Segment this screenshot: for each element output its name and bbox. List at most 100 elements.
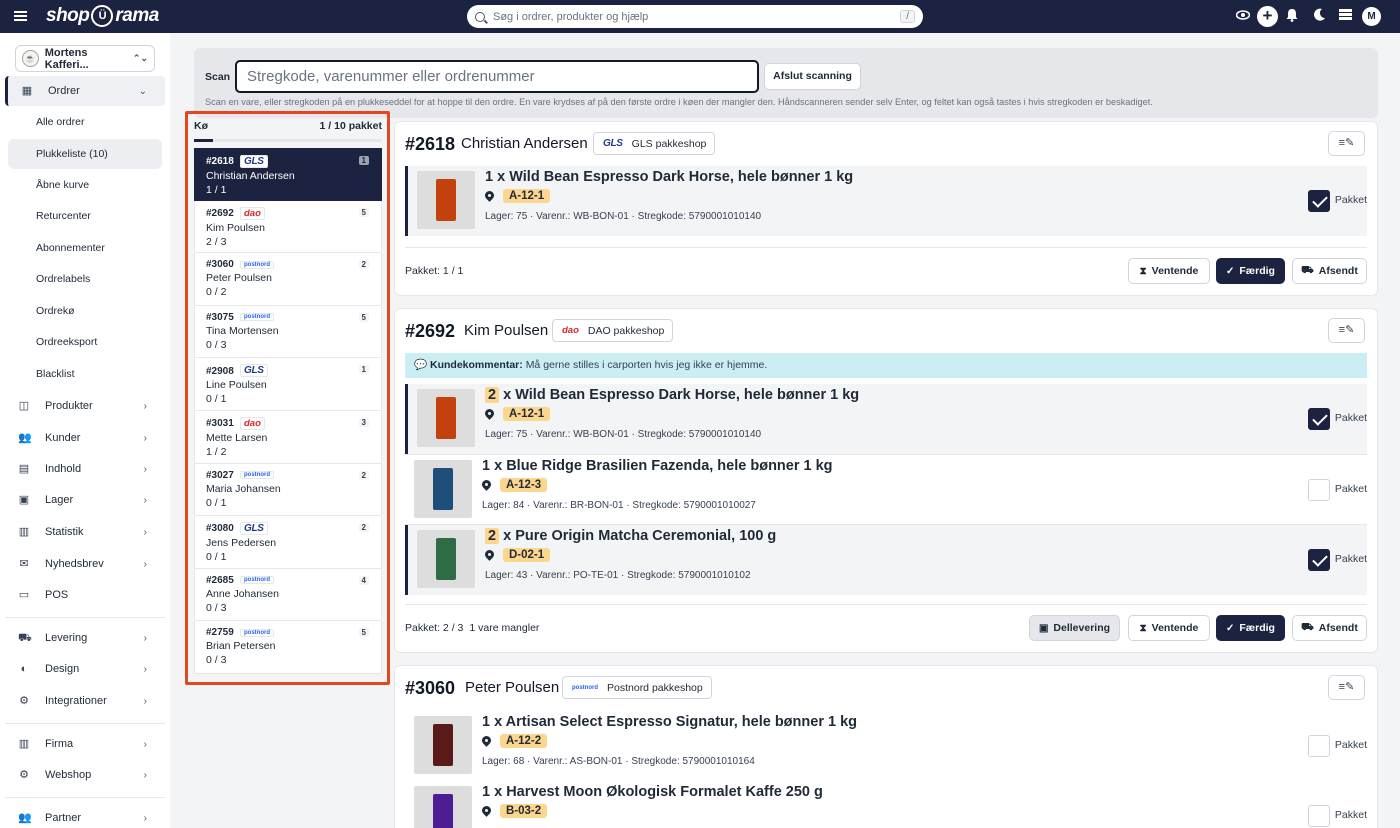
packed-checkbox[interactable] xyxy=(1308,735,1330,757)
gear-icon: ⚙ xyxy=(19,769,29,781)
order-line-item: 1 x Harvest Moon Økologisk Formalet Kaff… xyxy=(405,781,1367,828)
sidebar-item-pos[interactable]: ▭ POS xyxy=(5,580,165,610)
sidebar-subitem-return-center[interactable]: Returcenter xyxy=(8,201,162,231)
sidebar-subitem-open-carts[interactable]: Åbne kurve xyxy=(8,170,162,200)
sidebar-item-webshop[interactable]: ⚙ Webshop › xyxy=(5,760,165,790)
bell-icon[interactable] xyxy=(1284,8,1300,24)
menu-icon[interactable] xyxy=(14,11,27,21)
product-title: 1 x Blue Ridge Brasilien Fazenda, hele b… xyxy=(482,458,833,474)
truck-icon: ⛟ xyxy=(1301,264,1314,276)
sidebar-subitem-all-orders[interactable]: Alle ordrer xyxy=(8,107,162,137)
bin-location: A-12-1 xyxy=(485,407,551,421)
customer-name: Kim Poulsen xyxy=(464,322,549,339)
order-number[interactable]: #3060 xyxy=(405,678,455,699)
sidebar-item-label: Statistik xyxy=(45,526,84,538)
packed-checkbox[interactable] xyxy=(1308,549,1330,571)
order-number[interactable]: #2692 xyxy=(405,321,455,342)
order-number[interactable]: #2618 xyxy=(405,134,455,155)
order-line-item: 1 x Wild Bean Espresso Dark Horse, hele … xyxy=(405,166,1367,236)
sidebar-item-products[interactable]: ◫ Produkter › xyxy=(5,391,165,421)
truck-icon: ⛟ xyxy=(1301,621,1314,633)
shipped-button[interactable]: ⛟ Afsendt xyxy=(1292,258,1367,284)
bar-chart-icon: ▥ xyxy=(18,526,30,538)
queue-item[interactable]: #2618 GLS 1 Christian Andersen 1 / 1 xyxy=(194,148,382,201)
sidebar-subitem-order-export[interactable]: Ordreeksport xyxy=(8,327,162,357)
item-count-badge: 5 xyxy=(358,312,369,322)
carrier-logo: GLS xyxy=(600,138,626,149)
user-avatar[interactable]: M xyxy=(1362,7,1381,26)
bin-location: A-12-2 xyxy=(482,734,548,748)
done-button[interactable]: ✓ Færdig xyxy=(1216,258,1285,284)
sidebar-item-statistics[interactable]: ▥ Statistik › xyxy=(5,517,165,547)
moon-icon[interactable] xyxy=(1311,8,1327,24)
order-notes-button[interactable]: ≡✎ xyxy=(1328,675,1365,700)
pending-button[interactable]: ⧗ Ventende xyxy=(1128,615,1210,641)
chevron-down-icon: ⌄ xyxy=(138,85,147,97)
bin-location: A-12-3 xyxy=(482,478,548,492)
subitem-label: Abonnementer xyxy=(36,242,105,254)
sidebar-item-delivery[interactable]: ⛟ Levering › xyxy=(5,623,165,653)
sidebar-subitem-blacklist[interactable]: Blacklist xyxy=(8,359,162,389)
puzzle-icon: ⚙ xyxy=(19,695,29,707)
shipping-label: DAO pakkeshop xyxy=(587,324,665,337)
sidebar-subitem-order-labels[interactable]: Ordrelabels xyxy=(8,264,162,294)
chevron-right-icon: › xyxy=(143,812,147,824)
packed-checkbox[interactable] xyxy=(1308,408,1330,430)
scan-input[interactable]: Stregkode, varenummer eller ordrenummer xyxy=(235,60,759,93)
brand-logo[interactable]: shop Ü rama xyxy=(46,5,159,27)
finish-scanning-button[interactable]: Afslut scanning xyxy=(764,63,861,90)
packed-checkbox[interactable] xyxy=(1308,805,1330,827)
queue-item[interactable]: #3080 GLS 2 Jens Pedersen 0 / 1 xyxy=(194,516,382,569)
create-button[interactable]: + xyxy=(1257,6,1278,27)
item-count-badge: 3 xyxy=(358,417,369,427)
location-pin-icon xyxy=(485,550,494,561)
search-placeholder: Søg i ordrer, produkter og hjælp xyxy=(493,10,649,23)
sidebar-item-integrations[interactable]: ⚙ Integrationer › xyxy=(5,686,165,716)
done-button[interactable]: ✓ Færdig xyxy=(1216,615,1285,641)
sidebar-item-orders[interactable]: ▦ Ordrer ⌄ xyxy=(5,76,165,106)
sidebar-item-customers[interactable]: 👥 Kunder › xyxy=(5,423,165,453)
queue-header: Kø 1 / 10 pakket xyxy=(194,120,382,132)
packed-label: Pakket xyxy=(1334,809,1367,821)
layout-icon[interactable] xyxy=(1337,8,1353,24)
order-notes-button[interactable]: ≡✎ xyxy=(1328,131,1365,156)
eye-icon[interactable] xyxy=(1235,8,1251,24)
packed-count: Pakket: 2 / 3 xyxy=(405,622,464,634)
product-image xyxy=(414,460,472,518)
queue-item[interactable]: #3031 dao 3 Mette Larsen 1 / 2 xyxy=(194,410,382,464)
queue-item[interactable]: #3027 postnord 2 Maria Johansen 0 / 1 xyxy=(194,463,382,517)
location-badge: A-12-1 xyxy=(503,407,551,421)
sidebar-subitem-order-queue[interactable]: Ordrekø xyxy=(8,296,162,326)
partial-delivery-button[interactable]: ▣ Dellevering xyxy=(1029,615,1120,641)
hourglass-icon: ⧗ xyxy=(1139,622,1147,634)
sidebar-item-design[interactable]: ◐ Design › xyxy=(5,654,165,684)
queue-item[interactable]: #2908 GLS 1 Line Poulsen 0 / 1 xyxy=(194,358,382,411)
carrier-logo: dao xyxy=(559,325,582,336)
queue-item[interactable]: #2685 postnord 4 Anne Johansen 0 / 3 xyxy=(194,568,382,622)
sidebar-subitem-subscriptions[interactable]: Abonnementer xyxy=(8,233,162,263)
sidebar-item-newsletter[interactable]: ✉ Nyhedsbrev › xyxy=(5,549,165,579)
subitem-label: Åbne kurve xyxy=(36,179,90,191)
packed-checkbox[interactable] xyxy=(1308,479,1330,501)
product-title: 2 x Pure Origin Matcha Ceremonial, 100 g xyxy=(485,528,776,544)
queue-item[interactable]: #3075 postnord 5 Tina Mortensen 0 / 3 xyxy=(194,305,382,359)
queue-item[interactable]: #2692 dao 5 Kim Poulsen 2 / 3 xyxy=(194,200,382,254)
sidebar-item-company[interactable]: ▥ Firma › xyxy=(5,729,165,759)
store-selector[interactable]: ☕ Mortens Kafferi... ⌃⌄ xyxy=(15,45,155,72)
queue-item[interactable]: #3060 postnord 2 Peter Poulsen 0 / 2 xyxy=(194,253,382,306)
queue-item[interactable]: #2759 postnord 5 Brian Petersen 0 / 3 xyxy=(194,621,382,674)
shipped-button[interactable]: ⛟ Afsendt xyxy=(1292,615,1367,641)
pending-button[interactable]: ⧗ Ventende xyxy=(1128,258,1210,284)
subitem-label: Ordrekø xyxy=(36,305,75,317)
subitem-label: Blacklist xyxy=(36,368,75,380)
packed-checkbox[interactable] xyxy=(1308,190,1330,212)
order-notes-button[interactable]: ≡✎ xyxy=(1328,318,1365,343)
sidebar-subitem-picklist[interactable]: Plukkeliste (10) xyxy=(8,139,162,169)
queue-customer-name: Jens Pedersen xyxy=(206,537,277,550)
sidebar-item-content[interactable]: ▤ Indhold › xyxy=(5,454,165,484)
sidebar-item-partner[interactable]: 👥 Partner › xyxy=(5,803,165,828)
queue-progress-bar xyxy=(194,139,382,142)
carrier-logo: dao xyxy=(240,206,265,220)
global-search-input[interactable]: Søg i ordrer, produkter og hjælp / xyxy=(467,5,923,28)
sidebar-item-inventory[interactable]: ▣ Lager › xyxy=(5,485,165,515)
